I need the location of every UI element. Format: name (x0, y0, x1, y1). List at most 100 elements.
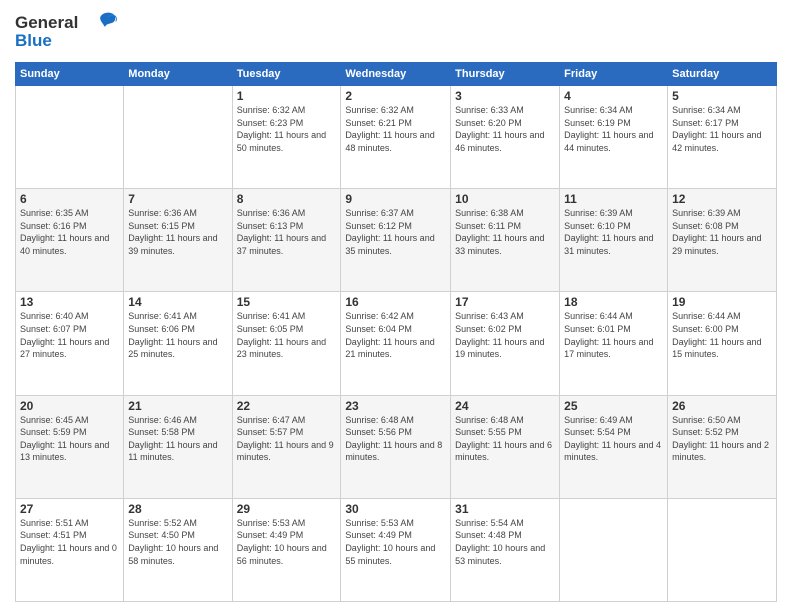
day-info: Sunrise: 6:48 AM Sunset: 5:55 PM Dayligh… (455, 414, 555, 464)
day-number: 10 (455, 192, 555, 206)
day-info: Sunrise: 6:36 AM Sunset: 6:13 PM Dayligh… (237, 207, 337, 257)
day-cell: 16Sunrise: 6:42 AM Sunset: 6:04 PM Dayli… (341, 292, 451, 395)
logo: General Blue (15, 10, 125, 54)
weekday-header-monday: Monday (124, 63, 232, 86)
day-cell: 9Sunrise: 6:37 AM Sunset: 6:12 PM Daylig… (341, 189, 451, 292)
day-number: 28 (128, 502, 227, 516)
page: General Blue SundayMondayTuesdayWednesda… (0, 0, 792, 612)
day-info: Sunrise: 6:39 AM Sunset: 6:10 PM Dayligh… (564, 207, 663, 257)
day-number: 16 (345, 295, 446, 309)
day-info: Sunrise: 5:54 AM Sunset: 4:48 PM Dayligh… (455, 517, 555, 567)
day-cell: 3Sunrise: 6:33 AM Sunset: 6:20 PM Daylig… (451, 86, 560, 189)
day-info: Sunrise: 6:32 AM Sunset: 6:21 PM Dayligh… (345, 104, 446, 154)
day-info: Sunrise: 6:39 AM Sunset: 6:08 PM Dayligh… (672, 207, 772, 257)
day-cell: 11Sunrise: 6:39 AM Sunset: 6:10 PM Dayli… (560, 189, 668, 292)
day-number: 8 (237, 192, 337, 206)
day-cell (124, 86, 232, 189)
day-number: 7 (128, 192, 227, 206)
day-number: 23 (345, 399, 446, 413)
day-cell: 21Sunrise: 6:46 AM Sunset: 5:58 PM Dayli… (124, 395, 232, 498)
day-info: Sunrise: 6:43 AM Sunset: 6:02 PM Dayligh… (455, 310, 555, 360)
day-cell: 24Sunrise: 6:48 AM Sunset: 5:55 PM Dayli… (451, 395, 560, 498)
day-cell (16, 86, 124, 189)
day-info: Sunrise: 6:37 AM Sunset: 6:12 PM Dayligh… (345, 207, 446, 257)
day-cell: 4Sunrise: 6:34 AM Sunset: 6:19 PM Daylig… (560, 86, 668, 189)
day-cell: 14Sunrise: 6:41 AM Sunset: 6:06 PM Dayli… (124, 292, 232, 395)
svg-text:Blue: Blue (15, 31, 52, 50)
day-cell: 29Sunrise: 5:53 AM Sunset: 4:49 PM Dayli… (232, 498, 341, 601)
day-info: Sunrise: 6:49 AM Sunset: 5:54 PM Dayligh… (564, 414, 663, 464)
day-number: 24 (455, 399, 555, 413)
day-info: Sunrise: 6:50 AM Sunset: 5:52 PM Dayligh… (672, 414, 772, 464)
day-cell: 15Sunrise: 6:41 AM Sunset: 6:05 PM Dayli… (232, 292, 341, 395)
day-cell: 1Sunrise: 6:32 AM Sunset: 6:23 PM Daylig… (232, 86, 341, 189)
day-info: Sunrise: 6:35 AM Sunset: 6:16 PM Dayligh… (20, 207, 119, 257)
day-number: 14 (128, 295, 227, 309)
day-number: 19 (672, 295, 772, 309)
logo-full: General Blue (15, 10, 125, 54)
day-cell: 31Sunrise: 5:54 AM Sunset: 4:48 PM Dayli… (451, 498, 560, 601)
day-info: Sunrise: 5:51 AM Sunset: 4:51 PM Dayligh… (20, 517, 119, 567)
day-info: Sunrise: 6:33 AM Sunset: 6:20 PM Dayligh… (455, 104, 555, 154)
day-number: 2 (345, 89, 446, 103)
day-cell: 17Sunrise: 6:43 AM Sunset: 6:02 PM Dayli… (451, 292, 560, 395)
day-cell: 27Sunrise: 5:51 AM Sunset: 4:51 PM Dayli… (16, 498, 124, 601)
day-number: 13 (20, 295, 119, 309)
week-row-2: 6Sunrise: 6:35 AM Sunset: 6:16 PM Daylig… (16, 189, 777, 292)
week-row-4: 20Sunrise: 6:45 AM Sunset: 5:59 PM Dayli… (16, 395, 777, 498)
day-number: 20 (20, 399, 119, 413)
day-info: Sunrise: 6:41 AM Sunset: 6:06 PM Dayligh… (128, 310, 227, 360)
day-info: Sunrise: 6:40 AM Sunset: 6:07 PM Dayligh… (20, 310, 119, 360)
day-cell: 26Sunrise: 6:50 AM Sunset: 5:52 PM Dayli… (668, 395, 777, 498)
day-number: 17 (455, 295, 555, 309)
day-cell (668, 498, 777, 601)
day-info: Sunrise: 5:53 AM Sunset: 4:49 PM Dayligh… (345, 517, 446, 567)
day-cell: 19Sunrise: 6:44 AM Sunset: 6:00 PM Dayli… (668, 292, 777, 395)
day-cell: 7Sunrise: 6:36 AM Sunset: 6:15 PM Daylig… (124, 189, 232, 292)
day-number: 15 (237, 295, 337, 309)
day-info: Sunrise: 6:44 AM Sunset: 6:01 PM Dayligh… (564, 310, 663, 360)
day-number: 29 (237, 502, 337, 516)
day-number: 9 (345, 192, 446, 206)
day-cell: 22Sunrise: 6:47 AM Sunset: 5:57 PM Dayli… (232, 395, 341, 498)
day-cell: 28Sunrise: 5:52 AM Sunset: 4:50 PM Dayli… (124, 498, 232, 601)
day-cell: 20Sunrise: 6:45 AM Sunset: 5:59 PM Dayli… (16, 395, 124, 498)
svg-text:General: General (15, 13, 78, 32)
day-number: 25 (564, 399, 663, 413)
day-cell: 5Sunrise: 6:34 AM Sunset: 6:17 PM Daylig… (668, 86, 777, 189)
day-info: Sunrise: 6:34 AM Sunset: 6:17 PM Dayligh… (672, 104, 772, 154)
day-info: Sunrise: 6:44 AM Sunset: 6:00 PM Dayligh… (672, 310, 772, 360)
week-row-5: 27Sunrise: 5:51 AM Sunset: 4:51 PM Dayli… (16, 498, 777, 601)
day-number: 31 (455, 502, 555, 516)
day-cell: 18Sunrise: 6:44 AM Sunset: 6:01 PM Dayli… (560, 292, 668, 395)
day-number: 11 (564, 192, 663, 206)
day-info: Sunrise: 5:53 AM Sunset: 4:49 PM Dayligh… (237, 517, 337, 567)
day-number: 18 (564, 295, 663, 309)
day-info: Sunrise: 6:48 AM Sunset: 5:56 PM Dayligh… (345, 414, 446, 464)
weekday-header-thursday: Thursday (451, 63, 560, 86)
day-cell (560, 498, 668, 601)
day-number: 26 (672, 399, 772, 413)
day-cell: 13Sunrise: 6:40 AM Sunset: 6:07 PM Dayli… (16, 292, 124, 395)
day-cell: 30Sunrise: 5:53 AM Sunset: 4:49 PM Dayli… (341, 498, 451, 601)
week-row-3: 13Sunrise: 6:40 AM Sunset: 6:07 PM Dayli… (16, 292, 777, 395)
day-cell: 2Sunrise: 6:32 AM Sunset: 6:21 PM Daylig… (341, 86, 451, 189)
weekday-header-saturday: Saturday (668, 63, 777, 86)
day-number: 3 (455, 89, 555, 103)
day-number: 1 (237, 89, 337, 103)
day-info: Sunrise: 6:46 AM Sunset: 5:58 PM Dayligh… (128, 414, 227, 464)
calendar-table: SundayMondayTuesdayWednesdayThursdayFrid… (15, 62, 777, 602)
day-info: Sunrise: 6:38 AM Sunset: 6:11 PM Dayligh… (455, 207, 555, 257)
day-info: Sunrise: 6:34 AM Sunset: 6:19 PM Dayligh… (564, 104, 663, 154)
weekday-header-wednesday: Wednesday (341, 63, 451, 86)
weekday-header-sunday: Sunday (16, 63, 124, 86)
day-info: Sunrise: 6:42 AM Sunset: 6:04 PM Dayligh… (345, 310, 446, 360)
day-cell: 23Sunrise: 6:48 AM Sunset: 5:56 PM Dayli… (341, 395, 451, 498)
day-number: 4 (564, 89, 663, 103)
header: General Blue (15, 10, 777, 54)
day-number: 12 (672, 192, 772, 206)
day-cell: 12Sunrise: 6:39 AM Sunset: 6:08 PM Dayli… (668, 189, 777, 292)
day-info: Sunrise: 6:41 AM Sunset: 6:05 PM Dayligh… (237, 310, 337, 360)
day-cell: 25Sunrise: 6:49 AM Sunset: 5:54 PM Dayli… (560, 395, 668, 498)
day-number: 6 (20, 192, 119, 206)
